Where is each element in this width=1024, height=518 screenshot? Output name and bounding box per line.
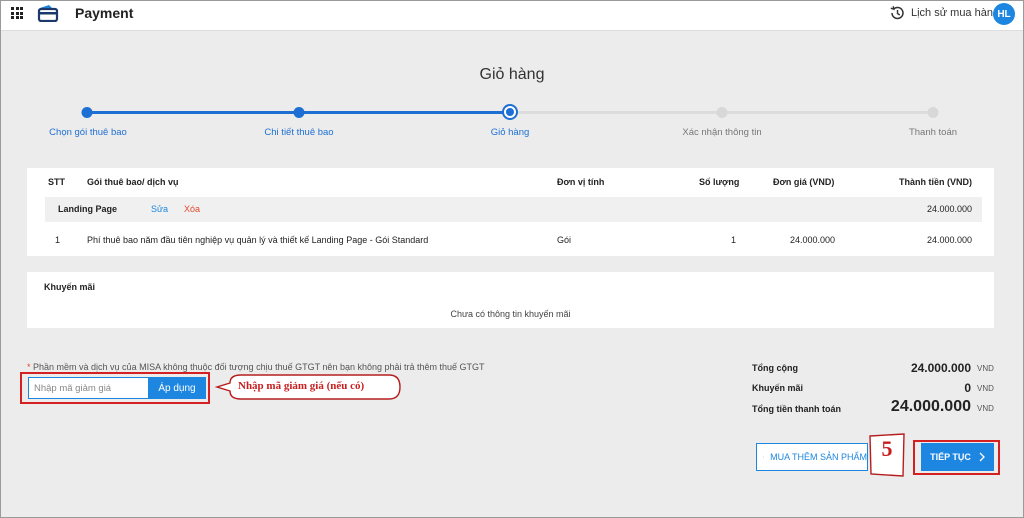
col-header-quantity: Số lượng xyxy=(699,177,740,187)
row-unit-price: 24.000.000 xyxy=(790,235,836,245)
row-stt: 1 xyxy=(55,235,61,245)
subtotal-value: 24.000.000 xyxy=(910,361,971,375)
group-name: Landing Page xyxy=(58,204,118,214)
progress-stepper xyxy=(81,104,939,120)
grand-total-label: Tổng tiền thanh toán xyxy=(752,404,841,414)
row-quantity: 1 xyxy=(731,235,737,245)
buy-more-button[interactable]: MUA THÊM SẢN PHẨM xyxy=(756,443,868,471)
row-total: 24.000.000 xyxy=(926,235,972,245)
promotion-panel: Khuyến mãi Chưa có thông tin khuyến mãi xyxy=(27,272,994,328)
purchase-history-link[interactable]: Lịch sử mua hàng xyxy=(889,5,999,21)
subtotal-currency: VND xyxy=(977,364,994,373)
step-dot-1[interactable] xyxy=(81,107,93,118)
step-dot-4 xyxy=(716,107,728,118)
page-title: Giỏ hàng xyxy=(479,66,545,83)
step-label-cart[interactable]: Giỏ hàng xyxy=(491,127,530,138)
group-total: 24.000.000 xyxy=(926,204,972,214)
app-title: Payment xyxy=(75,5,134,21)
discount-currency: VND xyxy=(977,384,994,393)
tax-note: * Phần mềm và dịch vụ của MISA không thu… xyxy=(27,362,485,372)
row-unit: Gói xyxy=(557,235,572,245)
top-bar: Payment Lịch sử mua hàng HL xyxy=(1,1,1023,31)
cart-table: STT Gói thuê bao/ dịch vụ Đơn vị tính Số… xyxy=(27,168,994,256)
delete-link[interactable]: Xóa xyxy=(184,204,200,214)
continue-label: TIẾP TỤC xyxy=(930,452,971,462)
purchase-history-label: Lịch sử mua hàng xyxy=(911,7,1000,19)
buy-more-label: MUA THÊM SẢN PHẨM xyxy=(770,452,867,462)
step-label-select-package[interactable]: Chọn gói thuê bao xyxy=(49,127,127,138)
step-label-payment: Thanh toán xyxy=(908,127,958,138)
row-package: Phí thuê bao năm đầu tiên nghiệp vụ quản… xyxy=(87,235,429,245)
chevron-right-icon xyxy=(979,452,985,462)
promotion-empty-text: Chưa có thông tin khuyến mãi xyxy=(450,309,571,319)
step-dot-3[interactable] xyxy=(502,104,518,120)
coupon-code-input[interactable] xyxy=(28,377,148,399)
col-header-unit-price: Đơn giá (VND) xyxy=(773,177,835,187)
step-label-confirm-info: Xác nhận thông tin xyxy=(682,127,762,138)
step-number: 5 xyxy=(881,436,893,461)
col-header-package: Gói thuê bao/ dịch vụ xyxy=(87,177,179,187)
tax-note-text: Phần mềm và dịch vụ của MISA không thuộc… xyxy=(30,362,485,372)
apps-grid-icon[interactable] xyxy=(11,7,23,19)
step-dot-5 xyxy=(927,107,939,118)
cart-group-row: Landing Page Sửa Xóa 24.000.000 xyxy=(45,197,982,222)
step-dot-2[interactable] xyxy=(293,107,305,118)
chevron-left-icon xyxy=(763,456,765,458)
payment-card-icon xyxy=(37,5,59,22)
col-header-total: Thành tiền (VND) xyxy=(899,177,972,187)
continue-button[interactable]: TIẾP TỤC xyxy=(921,443,994,471)
promotion-title: Khuyến mãi xyxy=(44,282,96,292)
edit-link[interactable]: Sửa xyxy=(151,204,168,214)
avatar[interactable]: HL xyxy=(993,3,1015,25)
grand-total-currency: VND xyxy=(977,404,994,413)
step-label-package-details[interactable]: Chi tiết thuê bao xyxy=(264,127,333,138)
coupon-callout-text: Nhập mã giảm giá (nếu có) xyxy=(238,380,365,392)
discount-value: 0 xyxy=(964,381,971,395)
subtotal-label: Tổng cộng xyxy=(752,363,798,373)
apply-coupon-button[interactable]: Áp dụng xyxy=(148,377,206,399)
discount-label: Khuyến mãi xyxy=(752,383,804,393)
grand-total-value: 24.000.000 xyxy=(890,398,971,415)
history-icon xyxy=(890,6,904,20)
col-header-unit: Đơn vị tính xyxy=(557,177,605,187)
col-header-stt: STT xyxy=(48,177,65,187)
